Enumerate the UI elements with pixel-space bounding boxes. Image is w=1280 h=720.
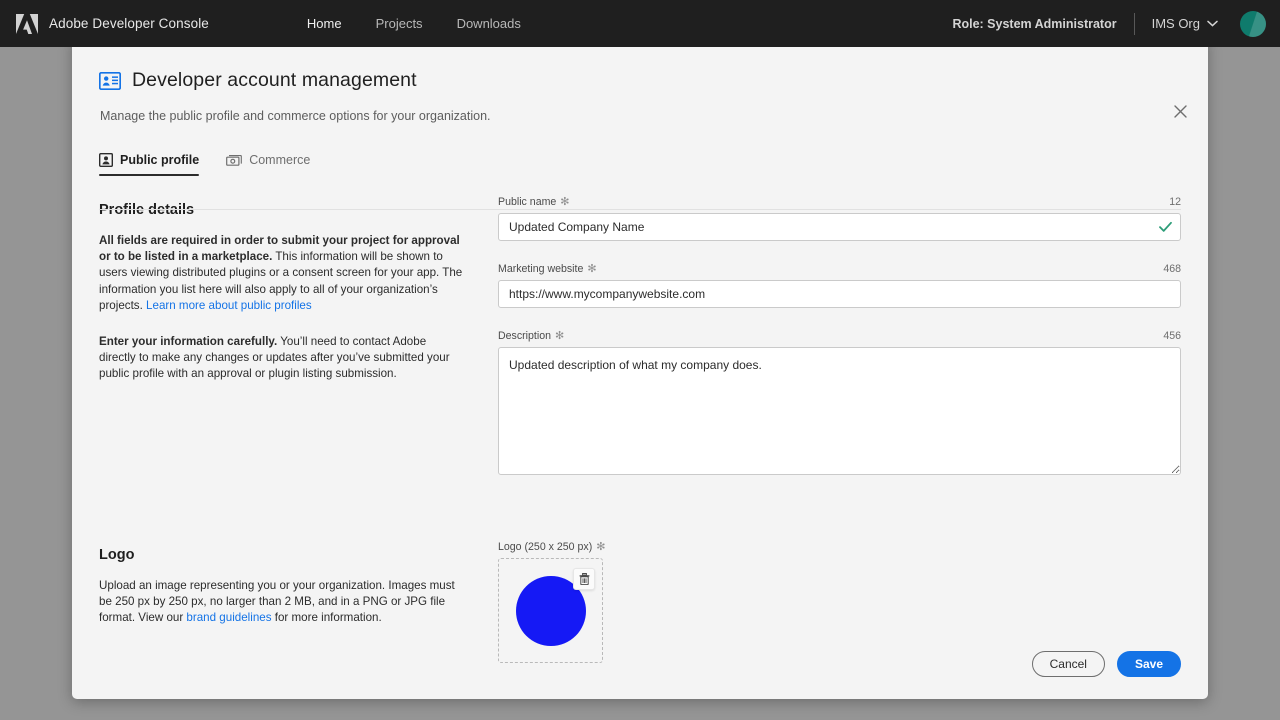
- dialog-title-row: Developer account management: [99, 69, 1208, 92]
- public-name-counter: 12: [1169, 196, 1181, 208]
- profile-details-paragraph-2: Enter your information carefully. You’ll…: [99, 334, 464, 383]
- nav-link-home[interactable]: Home: [307, 16, 342, 31]
- dialog-footer: Cancel Save: [1031, 651, 1181, 677]
- field-public-name-header: Public name ✻ 12: [498, 196, 1181, 208]
- marketing-website-input-wrap: [498, 280, 1181, 308]
- profile-details-section: Profile details All fields are required …: [72, 196, 1208, 502]
- brand-name: Adobe Developer Console: [49, 16, 209, 31]
- logo-field-header: Logo (250 x 250 px) ✻: [498, 541, 658, 553]
- field-description: Description ✻ 456: [498, 330, 1181, 480]
- topbar-right-group: Role: System Administrator IMS Org: [952, 0, 1280, 47]
- public-name-input[interactable]: [498, 213, 1181, 241]
- required-marker: ✻: [587, 262, 597, 275]
- close-glyph: [1173, 104, 1187, 118]
- tabs-divider: [99, 209, 1181, 210]
- divider: [1133, 12, 1135, 35]
- description-label-text: Description: [498, 330, 551, 342]
- public-name-input-wrap: [498, 213, 1181, 241]
- trash-icon: [579, 573, 589, 585]
- page-title: Developer account management: [132, 69, 417, 91]
- logo-field-label-text: Logo (250 x 250 px): [498, 541, 593, 553]
- description-counter: 456: [1163, 330, 1181, 342]
- nav-links: Home Projects Downloads: [307, 16, 521, 31]
- required-marker: ✻: [560, 195, 570, 208]
- brand-guidelines-link[interactable]: brand guidelines: [186, 611, 271, 624]
- field-description-header: Description ✻ 456: [498, 330, 1181, 342]
- close-icon[interactable]: [1166, 97, 1194, 125]
- tab-public-profile[interactable]: Public profile: [99, 153, 200, 176]
- marketing-website-counter: 468: [1163, 263, 1181, 275]
- marketing-website-label-text: Marketing website: [498, 263, 584, 275]
- save-button[interactable]: Save: [1116, 651, 1181, 677]
- profile-details-copy: Profile details All fields are required …: [99, 196, 474, 502]
- logo-upload-area: Logo (250 x 250 px) ✻: [474, 541, 1181, 663]
- tab-commerce[interactable]: Commerce: [226, 153, 310, 176]
- field-marketing-website-header: Marketing website ✻ 468: [498, 263, 1181, 275]
- banknote-icon: [226, 154, 243, 166]
- cancel-button[interactable]: Cancel: [1031, 651, 1105, 677]
- app-root: Adobe Developer Console Home Projects Do…: [0, 0, 1280, 720]
- logo-dropzone[interactable]: [498, 558, 603, 663]
- tab-public-profile-label: Public profile: [120, 153, 200, 167]
- dialog-header: Developer account management Manage the …: [72, 38, 1208, 123]
- avatar[interactable]: [1240, 10, 1266, 37]
- ims-org-label: IMS Org: [1151, 16, 1200, 31]
- marketing-website-label: Marketing website ✻: [498, 263, 597, 275]
- logo-section: Logo Upload an image representing you or…: [72, 541, 1208, 663]
- profile-details-p2-bold: Enter your information carefully.: [99, 335, 278, 349]
- profile-details-paragraph-1: All fields are required in order to subm…: [99, 233, 464, 314]
- public-name-label: Public name ✻: [498, 196, 570, 208]
- description-label: Description ✻: [498, 330, 564, 342]
- chevron-down-icon: [1207, 20, 1218, 27]
- tab-list: Public profile Commerce: [99, 153, 1208, 176]
- role-label: Role: System Administrator: [952, 16, 1117, 31]
- required-marker: ✻: [596, 540, 606, 553]
- developer-account-management-dialog: Developer account management Manage the …: [72, 38, 1208, 699]
- logo-heading: Logo: [99, 547, 135, 563]
- adobe-logo-icon[interactable]: [14, 12, 40, 36]
- field-marketing-website: Marketing website ✻ 468: [498, 263, 1181, 308]
- required-marker: ✻: [555, 329, 565, 342]
- logo-paragraph-part2: for more information.: [271, 611, 382, 625]
- logo-copy: Logo Upload an image representing you or…: [99, 541, 474, 663]
- learn-more-public-profiles-link[interactable]: Learn more about public profiles: [146, 299, 312, 312]
- profile-form: Public name ✻ 12 Updated Company Name Ma…: [474, 196, 1181, 502]
- logo-paragraph: Upload an image representing you or your…: [99, 578, 464, 627]
- marketing-website-input[interactable]: [498, 280, 1181, 308]
- description-textarea[interactable]: [498, 347, 1181, 475]
- tab-commerce-label: Commerce: [249, 153, 311, 167]
- delete-logo-button[interactable]: [573, 568, 595, 590]
- ims-org-selector[interactable]: IMS Org: [1152, 16, 1218, 31]
- nav-link-downloads[interactable]: Downloads: [457, 16, 521, 31]
- profile-details-heading: Profile details: [99, 202, 195, 218]
- id-card-icon: [99, 71, 121, 90]
- top-navigation-bar: Adobe Developer Console Home Projects Do…: [0, 0, 1280, 47]
- nav-link-projects[interactable]: Projects: [376, 16, 423, 31]
- dialog-subtitle: Manage the public profile and commerce o…: [100, 109, 491, 123]
- person-card-icon: [99, 153, 113, 167]
- public-name-label-text: Public name: [498, 196, 557, 208]
- logo-field-label: Logo (250 x 250 px) ✻: [498, 541, 605, 553]
- field-public-name: Public name ✻ 12: [498, 196, 1181, 241]
